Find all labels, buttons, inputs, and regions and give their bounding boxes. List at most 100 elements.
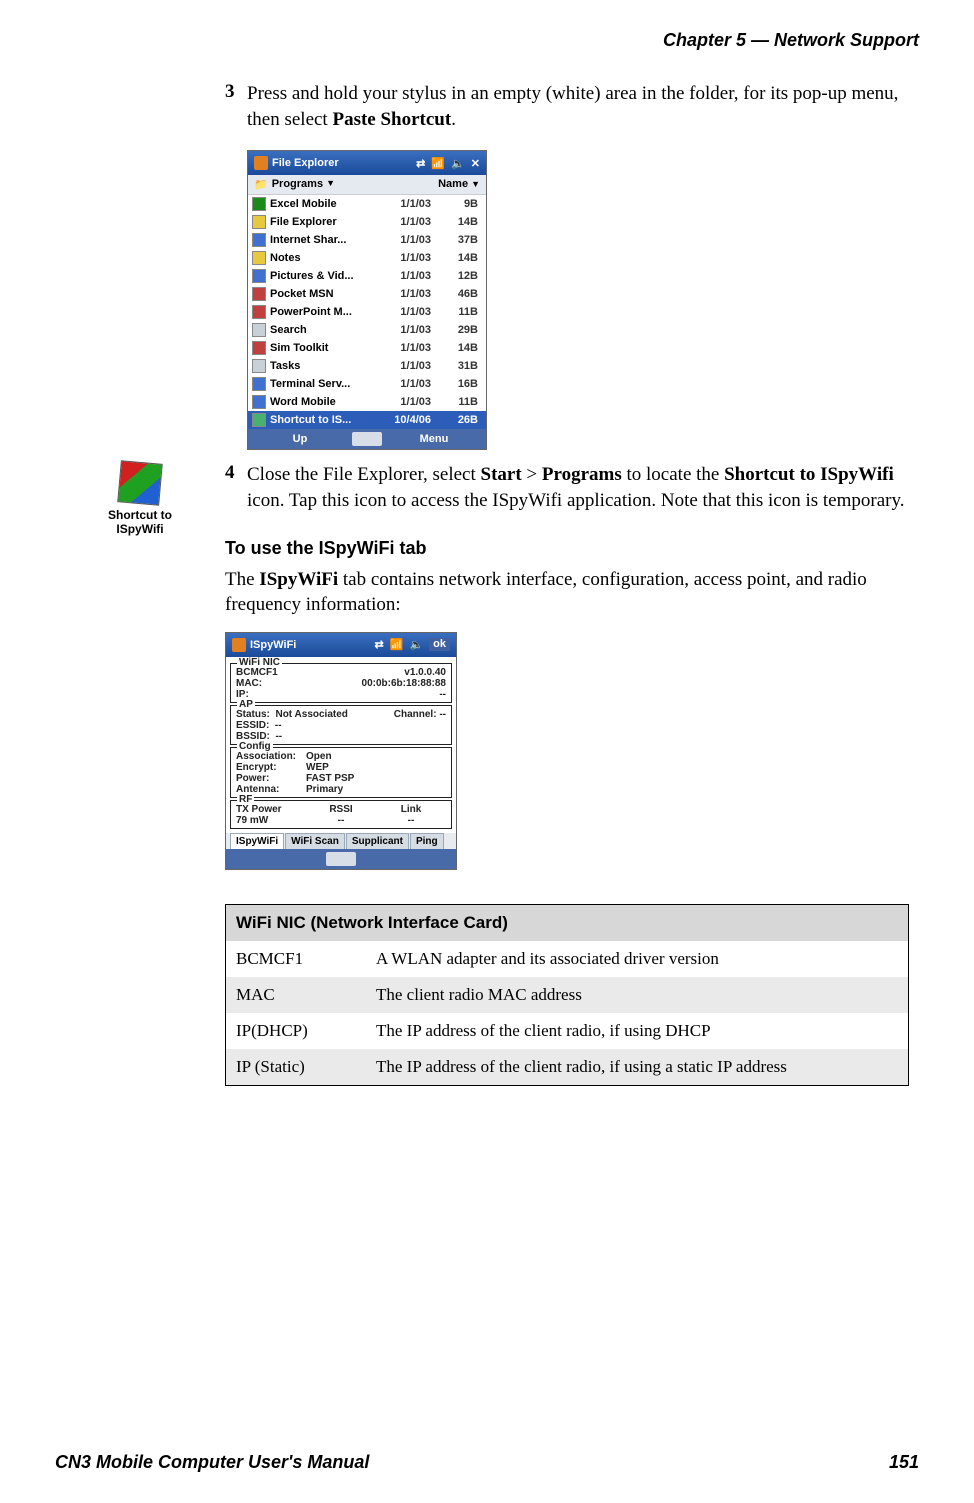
sort-text: Name <box>438 178 468 190</box>
file-row[interactable]: Notes1/1/0314B <box>248 249 486 267</box>
step3-paste-shortcut: Paste Shortcut <box>332 109 451 130</box>
table-key: IP(DHCP) <box>226 1013 367 1049</box>
nic-ip-v: -- <box>439 689 446 700</box>
keyboard-icon[interactable] <box>352 432 382 446</box>
panel-legend: AP <box>237 699 255 710</box>
table-value: The IP address of the client radio, if u… <box>366 1049 909 1086</box>
file-row[interactable]: Sim Toolkit1/1/0314B <box>248 339 486 357</box>
file-icon <box>252 395 266 409</box>
tab-ispywifi[interactable]: ISpyWiFi <box>230 833 284 849</box>
file-date: 1/1/03 <box>375 324 431 336</box>
nic-version: v1.0.0.40 <box>404 667 446 678</box>
panel-rf: RF TX Power RSSI Link 79 mW -- -- <box>230 800 452 829</box>
ok-button[interactable]: ok <box>429 638 450 651</box>
file-date: 1/1/03 <box>375 342 431 354</box>
desc-b: ISpyWiFi <box>259 569 338 590</box>
file-name: Shortcut to IS... <box>270 414 375 426</box>
volume-icon: 🔈 <box>451 157 465 170</box>
file-size: 11B <box>431 306 482 318</box>
file-icon <box>252 269 266 283</box>
file-row[interactable]: File Explorer1/1/0314B <box>248 213 486 231</box>
file-row[interactable]: PowerPoint M...1/1/0311B <box>248 303 486 321</box>
connectivity-icon: ⇄ <box>375 638 384 651</box>
wifi-nic-table: WiFi NIC (Network Interface Card) BCMCF1… <box>225 904 909 1086</box>
ispywifi-shortcut-icon <box>117 461 163 507</box>
location-text: Programs <box>272 178 323 191</box>
titlebar-title: ISpyWiFi <box>250 639 296 651</box>
step4-start: Start <box>481 464 522 485</box>
keyboard-icon[interactable] <box>326 852 356 866</box>
volume-icon: 🔈 <box>409 638 423 651</box>
table-value: The IP address of the client radio, if u… <box>366 1013 909 1049</box>
step4-gt: > <box>522 464 542 485</box>
file-list: Excel Mobile1/1/039BFile Explorer1/1/031… <box>248 195 486 411</box>
folder-icon: 📁 <box>254 178 268 191</box>
rf-txp-v: 79 mW <box>236 815 306 826</box>
file-row-selected: Shortcut to IS... 10/4/06 26B <box>248 411 486 429</box>
step-number: 3 <box>225 81 247 132</box>
file-name: Internet Shar... <box>270 234 375 246</box>
table-key: MAC <box>226 977 367 1013</box>
chevron-down-icon: ▼ <box>471 179 480 189</box>
cfg-assoc-v: Open <box>306 751 332 762</box>
file-date: 10/4/06 <box>375 414 431 426</box>
panel-legend: Config <box>237 741 273 752</box>
file-row[interactable]: Excel Mobile1/1/039B <box>248 195 486 213</box>
section-desc: The ISpyWiFi tab contains network interf… <box>225 567 909 618</box>
chevron-down-icon: ▼ <box>326 178 335 191</box>
cfg-pwr-v: FAST PSP <box>306 773 354 784</box>
step-4: 4 Close the File Explorer, select Start … <box>225 462 909 513</box>
titlebar: ISpyWiFi ⇄ 📶 🔈 ok <box>226 633 456 657</box>
file-icon <box>252 413 266 427</box>
tab-wifi-scan[interactable]: WiFi Scan <box>285 833 345 849</box>
file-name: Sim Toolkit <box>270 342 375 354</box>
file-icon <box>252 323 266 337</box>
file-size: 29B <box>431 324 482 336</box>
file-size: 12B <box>431 270 482 282</box>
file-date: 1/1/03 <box>375 378 431 390</box>
cfg-ant-v: Primary <box>306 784 343 795</box>
table-header: WiFi NIC (Network Interface Card) <box>226 904 909 941</box>
file-name: Word Mobile <box>270 396 375 408</box>
file-size: 46B <box>431 288 482 300</box>
titlebar: File Explorer ⇄ 📶 🔈 ✕ <box>248 151 486 175</box>
cfg-enc-k: Encrypt: <box>236 762 306 773</box>
file-date: 1/1/03 <box>375 288 431 300</box>
file-row[interactable]: Internet Shar...1/1/0337B <box>248 231 486 249</box>
softkey-menu[interactable]: Menu <box>382 433 486 445</box>
file-row[interactable]: Pocket MSN1/1/0346B <box>248 285 486 303</box>
step4-b: to locate the <box>622 464 724 485</box>
ap-essid: ESSID: -- <box>236 720 282 731</box>
panel-ap: AP Status: Not AssociatedChannel: -- ESS… <box>230 705 452 745</box>
shortcut-icon-block: Shortcut to ISpyWifi <box>95 462 185 536</box>
step4-programs: Programs <box>542 464 622 485</box>
table-row: BCMCF1A WLAN adapter and its associated … <box>226 941 909 977</box>
file-name: File Explorer <box>270 216 375 228</box>
panel-legend: RF <box>237 794 254 805</box>
file-size: 14B <box>431 252 482 264</box>
panel-wifi-nic: WiFi NIC BCMCF1v1.0.0.40 MAC:00:0b:6b:18… <box>230 663 452 703</box>
footer-title: CN3 Mobile Computer User's Manual <box>55 1452 369 1473</box>
file-row[interactable]: Search1/1/0329B <box>248 321 486 339</box>
shortcut-label: Shortcut to ISpyWifi <box>95 508 185 536</box>
file-row[interactable]: Word Mobile1/1/0311B <box>248 393 486 411</box>
file-size: 26B <box>431 414 482 426</box>
file-row[interactable]: Tasks1/1/0331B <box>248 357 486 375</box>
step-3: 3 Press and hold your stylus in an empty… <box>225 81 909 132</box>
tab-supplicant[interactable]: Supplicant <box>346 833 409 849</box>
tab-ping[interactable]: Ping <box>410 833 444 849</box>
panel-legend: WiFi NIC <box>237 657 282 668</box>
file-row[interactable]: Pictures & Vid...1/1/0312B <box>248 267 486 285</box>
softkey-bar <box>226 849 456 869</box>
nic-mac-k: MAC: <box>236 678 262 689</box>
softkey-up[interactable]: Up <box>248 433 352 445</box>
section-heading: To use the ISpyWiFi tab <box>225 538 909 559</box>
file-date: 1/1/03 <box>375 252 431 264</box>
step4-c: icon. Tap this icon to access the ISpyWi… <box>247 490 904 511</box>
tab-bar: ISpyWiFiWiFi ScanSupplicantPing <box>226 833 456 849</box>
ispywifi-screenshot: ISpyWiFi ⇄ 📶 🔈 ok WiFi NIC BCMCF1v1.0.0.… <box>225 632 457 870</box>
close-icon: ✕ <box>471 157 480 170</box>
cfg-pwr-k: Power: <box>236 773 306 784</box>
file-row[interactable]: Terminal Serv...1/1/0316B <box>248 375 486 393</box>
nic-mac-v: 00:0b:6b:18:88:88 <box>362 678 446 689</box>
